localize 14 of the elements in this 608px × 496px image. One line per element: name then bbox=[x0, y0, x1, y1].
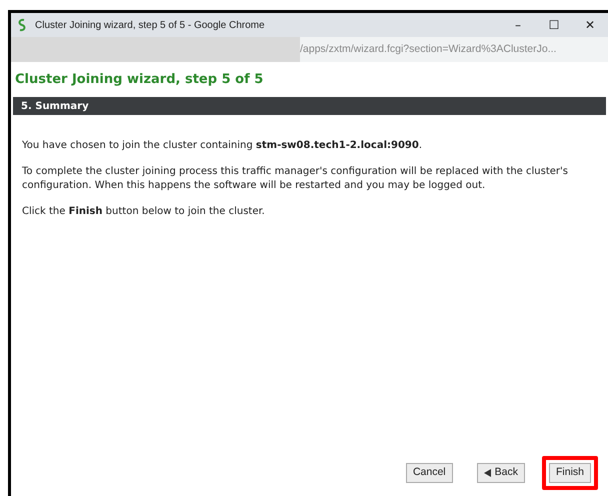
maximize-button[interactable]: ☐ bbox=[536, 13, 572, 37]
paragraph: Click the Finish button below to join the cluster. bbox=[22, 205, 266, 219]
wizard-button[interactable]: Finish bbox=[548, 463, 591, 483]
section-title: 5. Summary bbox=[21, 100, 89, 114]
left-triangle-icon bbox=[484, 469, 491, 477]
paragraph: To complete the cluster joining process this traffic manager's configuration will be replaced with the cluster's configuration. When this happens the software will be restarted and you may be logged out. bbox=[22, 165, 569, 193]
page-heading: Cluster Joining wizard, step 5 of 5 bbox=[15, 71, 264, 89]
minimize-button[interactable]: – bbox=[500, 13, 536, 37]
app-logo-icon bbox=[17, 18, 27, 32]
close-button[interactable]: ✕ bbox=[572, 13, 608, 37]
wizard-button[interactable]: Back bbox=[476, 463, 525, 483]
window-title: Cluster Joining wizard, step 5 of 5 - Google Chrome bbox=[35, 18, 265, 32]
wizard-button[interactable]: Cancel bbox=[406, 463, 453, 483]
paragraph: You have chosen to join the cluster containing stm-sw08.tech1-2.local:9090. bbox=[22, 139, 424, 153]
